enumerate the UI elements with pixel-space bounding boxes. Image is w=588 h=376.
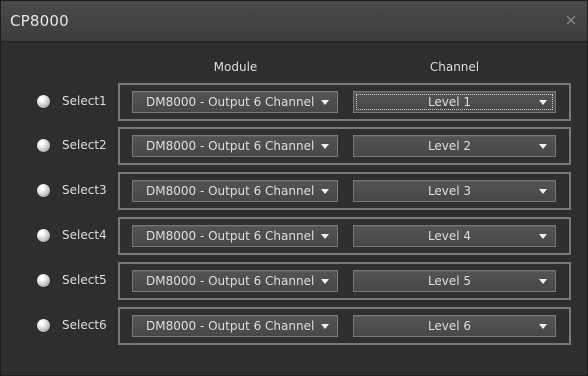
chevron-down-icon [321,144,329,149]
select-row-4: Select4 DM8000 - Output 6 Channel Level … [1,217,587,255]
close-icon[interactable]: × [563,11,579,29]
select-5-label: Select5 [62,273,107,287]
select-6-label: Select6 [62,318,107,332]
select-row-2: Select2 DM8000 - Output 6 Channel Level … [1,127,587,165]
select-2-channel-dropdown[interactable]: Level 2 [353,135,556,157]
select-6-channel-value: Level 6 [427,319,472,333]
select-row-5: Select5 DM8000 - Output 6 Channel Level … [1,262,587,300]
select-2-channel-value: Level 2 [427,139,472,153]
select-4-channel-dropdown[interactable]: Level 4 [353,225,556,247]
select-1-channel-value: Level 1 [427,95,472,109]
channel-column-header: Channel [429,60,480,74]
select-1-channel-dropdown[interactable]: Level 1 [353,91,556,113]
select-6-module-dropdown[interactable]: DM8000 - Output 6 Channel [132,315,338,337]
select-6-radio[interactable] [37,319,50,332]
select-3-channel-dropdown[interactable]: Level 3 [353,180,556,202]
select-6-channel-dropdown[interactable]: Level 6 [353,315,556,337]
select-3-channel-value: Level 3 [427,184,472,198]
select-4-label: Select4 [62,228,107,242]
select-4-module-dropdown[interactable]: DM8000 - Output 6 Channel [132,225,338,247]
select-5-channel-dropdown[interactable]: Level 5 [353,270,556,292]
select-4-radio[interactable] [37,229,50,242]
select-5-radio[interactable] [37,274,50,287]
select-row-6: Select6 DM8000 - Output 6 Channel Level … [1,307,587,345]
title-bar: CP8000 × [1,1,587,42]
select-5-module-dropdown[interactable]: DM8000 - Output 6 Channel [132,270,338,292]
chevron-down-icon [539,234,547,239]
select-3-module-dropdown[interactable]: DM8000 - Output 6 Channel [132,180,338,202]
select-1-radio[interactable] [37,95,50,108]
select-3-radio[interactable] [37,184,50,197]
select-2-label: Select2 [62,138,107,152]
chevron-down-icon [539,279,547,284]
select-4-module-value: DM8000 - Output 6 Channel [146,229,315,243]
chevron-down-icon [321,100,329,105]
select-3-module-value: DM8000 - Output 6 Channel [146,184,315,198]
chevron-down-icon [321,189,329,194]
chevron-down-icon [321,279,329,284]
select-1-module-value: DM8000 - Output 6 Channel [146,95,315,109]
module-column-header: Module [213,60,258,74]
chevron-down-icon [321,324,329,329]
select-6-module-value: DM8000 - Output 6 Channel [146,319,315,333]
select-1-module-dropdown[interactable]: DM8000 - Output 6 Channel [132,91,338,113]
select-3-label: Select3 [62,183,107,197]
select-row-1: Select1 DM8000 - Output 6 Channel Level … [1,83,587,121]
chevron-down-icon [539,100,547,105]
chevron-down-icon [321,234,329,239]
select-4-channel-value: Level 4 [427,229,472,243]
window-title: CP8000 [10,12,69,30]
select-1-label: Select1 [62,94,107,108]
chevron-down-icon [539,144,547,149]
chevron-down-icon [539,189,547,194]
cp8000-window: CP8000 × Module Channel Select1 DM8000 -… [0,0,588,376]
select-2-module-value: DM8000 - Output 6 Channel [146,139,315,153]
select-row-3: Select3 DM8000 - Output 6 Channel Level … [1,172,587,210]
select-2-radio[interactable] [37,139,50,152]
select-5-module-value: DM8000 - Output 6 Channel [146,274,315,288]
select-5-channel-value: Level 5 [427,274,472,288]
chevron-down-icon [539,324,547,329]
select-2-module-dropdown[interactable]: DM8000 - Output 6 Channel [132,135,338,157]
